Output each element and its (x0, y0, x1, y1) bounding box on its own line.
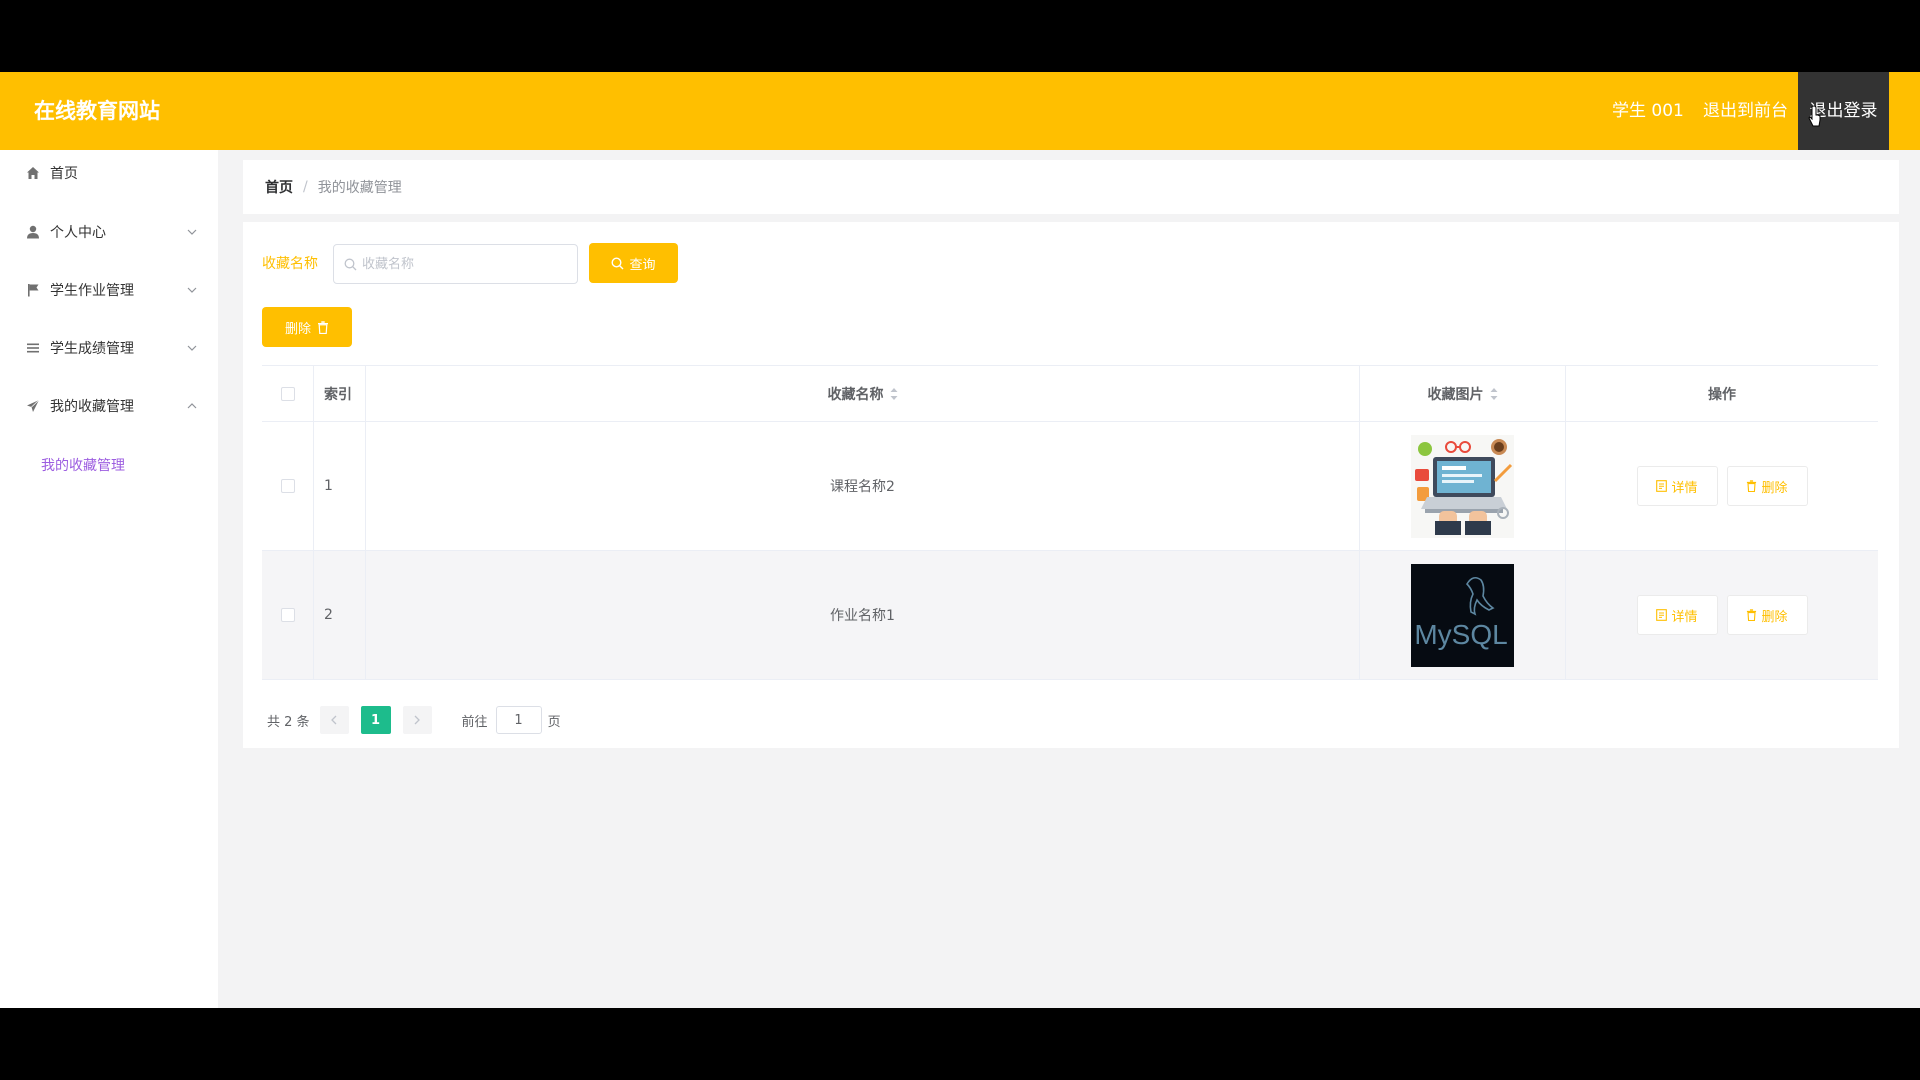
header-image[interactable]: 收藏图片 (1360, 366, 1566, 421)
page-number-active[interactable]: 1 (360, 706, 391, 734)
filter-label: 收藏名称 (262, 256, 318, 272)
row-checkbox[interactable] (280, 608, 295, 622)
detail-button[interactable]: 详情 (1636, 595, 1718, 635)
exit-to-front-link[interactable]: 退出到前台 (1703, 72, 1788, 150)
chevron-down-icon (187, 345, 197, 351)
chevron-right-icon (414, 715, 420, 725)
next-page-button[interactable] (402, 706, 432, 734)
search-icon (344, 258, 357, 271)
row-check-cell (262, 551, 314, 679)
page-suffix: 页 (547, 714, 561, 730)
row-delete-button[interactable]: 删除 (1726, 466, 1808, 506)
trash-icon (318, 320, 328, 334)
top-header: 在线教育网站 学生 001 退出到前台 退出登录 (0, 72, 1920, 150)
home-icon (25, 165, 41, 181)
row-name: 作业名称1 (366, 551, 1360, 679)
sidebar-item-home[interactable]: 首页 (0, 153, 218, 193)
table-row: 1 课程名称2 详情 删除 (262, 422, 1878, 551)
document-icon (1656, 480, 1668, 492)
query-button-label: 查询 (629, 257, 656, 273)
row-name: 课程名称2 (366, 422, 1360, 550)
header-image-label: 收藏图片 (1427, 386, 1484, 403)
chevron-down-icon (187, 287, 197, 293)
letterbox-top (0, 0, 1920, 72)
list-icon (25, 340, 41, 356)
sidebar-item-label: 学生成绩管理 (50, 341, 134, 357)
letterbox-bottom (0, 1008, 1920, 1080)
row-delete-label: 删除 (1761, 609, 1788, 625)
batch-delete-label: 删除 (284, 321, 311, 337)
detail-button[interactable]: 详情 (1636, 466, 1718, 506)
select-all-checkbox[interactable] (280, 386, 295, 401)
pagination-total: 共 2 条 (267, 714, 310, 730)
sidebar-item-label: 我的收藏管理 (50, 399, 134, 415)
row-delete-button[interactable]: 删除 (1726, 595, 1808, 635)
header-index: 索引 (314, 366, 366, 421)
header-name-label: 收藏名称 (827, 386, 884, 403)
row-index: 2 (314, 551, 366, 679)
row-delete-label: 删除 (1761, 480, 1788, 496)
sidebar-item-homework[interactable]: 学生作业管理 (0, 270, 218, 310)
pagination: 共 2 条 1 前往 页 (267, 706, 561, 734)
user-icon (25, 224, 41, 240)
prev-page-button[interactable] (319, 706, 349, 734)
row-image-cell: MySQL (1360, 551, 1566, 679)
breadcrumb: 首页 / 我的收藏管理 (243, 160, 1899, 214)
sidebar-item-grades[interactable]: 学生成绩管理 (0, 328, 218, 368)
sidebar-item-label: 首页 (50, 166, 78, 182)
mouse-cursor-icon (1808, 106, 1821, 127)
row-actions: 详情 删除 (1566, 422, 1878, 550)
breadcrumb-home[interactable]: 首页 (265, 177, 293, 197)
sidebar-item-favorites[interactable]: 我的收藏管理 (0, 386, 218, 426)
mysql-logo-text: MySQL (1414, 619, 1507, 650)
row-checkbox[interactable] (280, 479, 295, 493)
header-name[interactable]: 收藏名称 (366, 366, 1360, 421)
sort-icon[interactable] (1490, 387, 1498, 401)
row-image-cell (1360, 422, 1566, 550)
table-header: 索引 收藏名称 收藏图片 操作 (262, 366, 1878, 422)
favorites-table: 索引 收藏名称 收藏图片 操作 1 课程名称2 详情 删除 2 作业名称1 My… (262, 365, 1878, 680)
sidebar-item-label: 学生作业管理 (50, 283, 134, 299)
trash-icon (1747, 480, 1757, 492)
header-action: 操作 (1708, 386, 1736, 403)
chevron-down-icon (187, 229, 197, 235)
row-check-cell (262, 422, 314, 550)
query-button[interactable]: 查询 (589, 243, 678, 283)
goto-label: 前往 (461, 714, 488, 730)
table-row: 2 作业名称1 MySQL 详情 删除 (262, 551, 1878, 680)
laptop-illustration-image[interactable] (1411, 434, 1514, 538)
sort-icon[interactable] (890, 387, 898, 401)
search-field[interactable] (333, 244, 578, 284)
content-panel: 收藏名称 查询 删除 索引 收藏名称 收藏图片 (243, 222, 1899, 748)
breadcrumb-current: 我的收藏管理 (317, 180, 402, 196)
breadcrumb-separator: / (303, 179, 308, 195)
goto-page-input[interactable] (495, 706, 542, 734)
mysql-logo-image[interactable]: MySQL (1411, 563, 1514, 667)
chevron-left-icon (331, 715, 337, 725)
sidebar: 首页 个人中心 学生作业管理 学生成绩管理 我的收藏管理 我的收藏管理 (0, 150, 218, 1008)
detail-button-label: 详情 (1671, 609, 1698, 625)
chevron-up-icon (187, 403, 197, 409)
search-icon (611, 256, 624, 269)
header-check-cell (262, 366, 314, 421)
trash-icon (1747, 609, 1757, 621)
site-brand: 在线教育网站 (34, 99, 160, 123)
row-index: 1 (314, 422, 366, 550)
sidebar-item-profile[interactable]: 个人中心 (0, 212, 218, 252)
search-input[interactable] (362, 245, 572, 283)
submenu-item-my-favorites[interactable]: 我的收藏管理 (41, 455, 125, 475)
detail-button-label: 详情 (1671, 480, 1698, 496)
app-window: 在线教育网站 学生 001 退出到前台 退出登录 首页 个人中心 学生作业管理 (0, 72, 1920, 1008)
batch-delete-button[interactable]: 删除 (262, 307, 352, 347)
send-icon (25, 398, 41, 414)
document-icon (1656, 609, 1668, 621)
current-user: 学生 001 (1612, 101, 1684, 121)
sidebar-item-label: 个人中心 (50, 225, 106, 241)
row-actions: 详情 删除 (1566, 551, 1878, 679)
flag-icon (25, 282, 41, 298)
